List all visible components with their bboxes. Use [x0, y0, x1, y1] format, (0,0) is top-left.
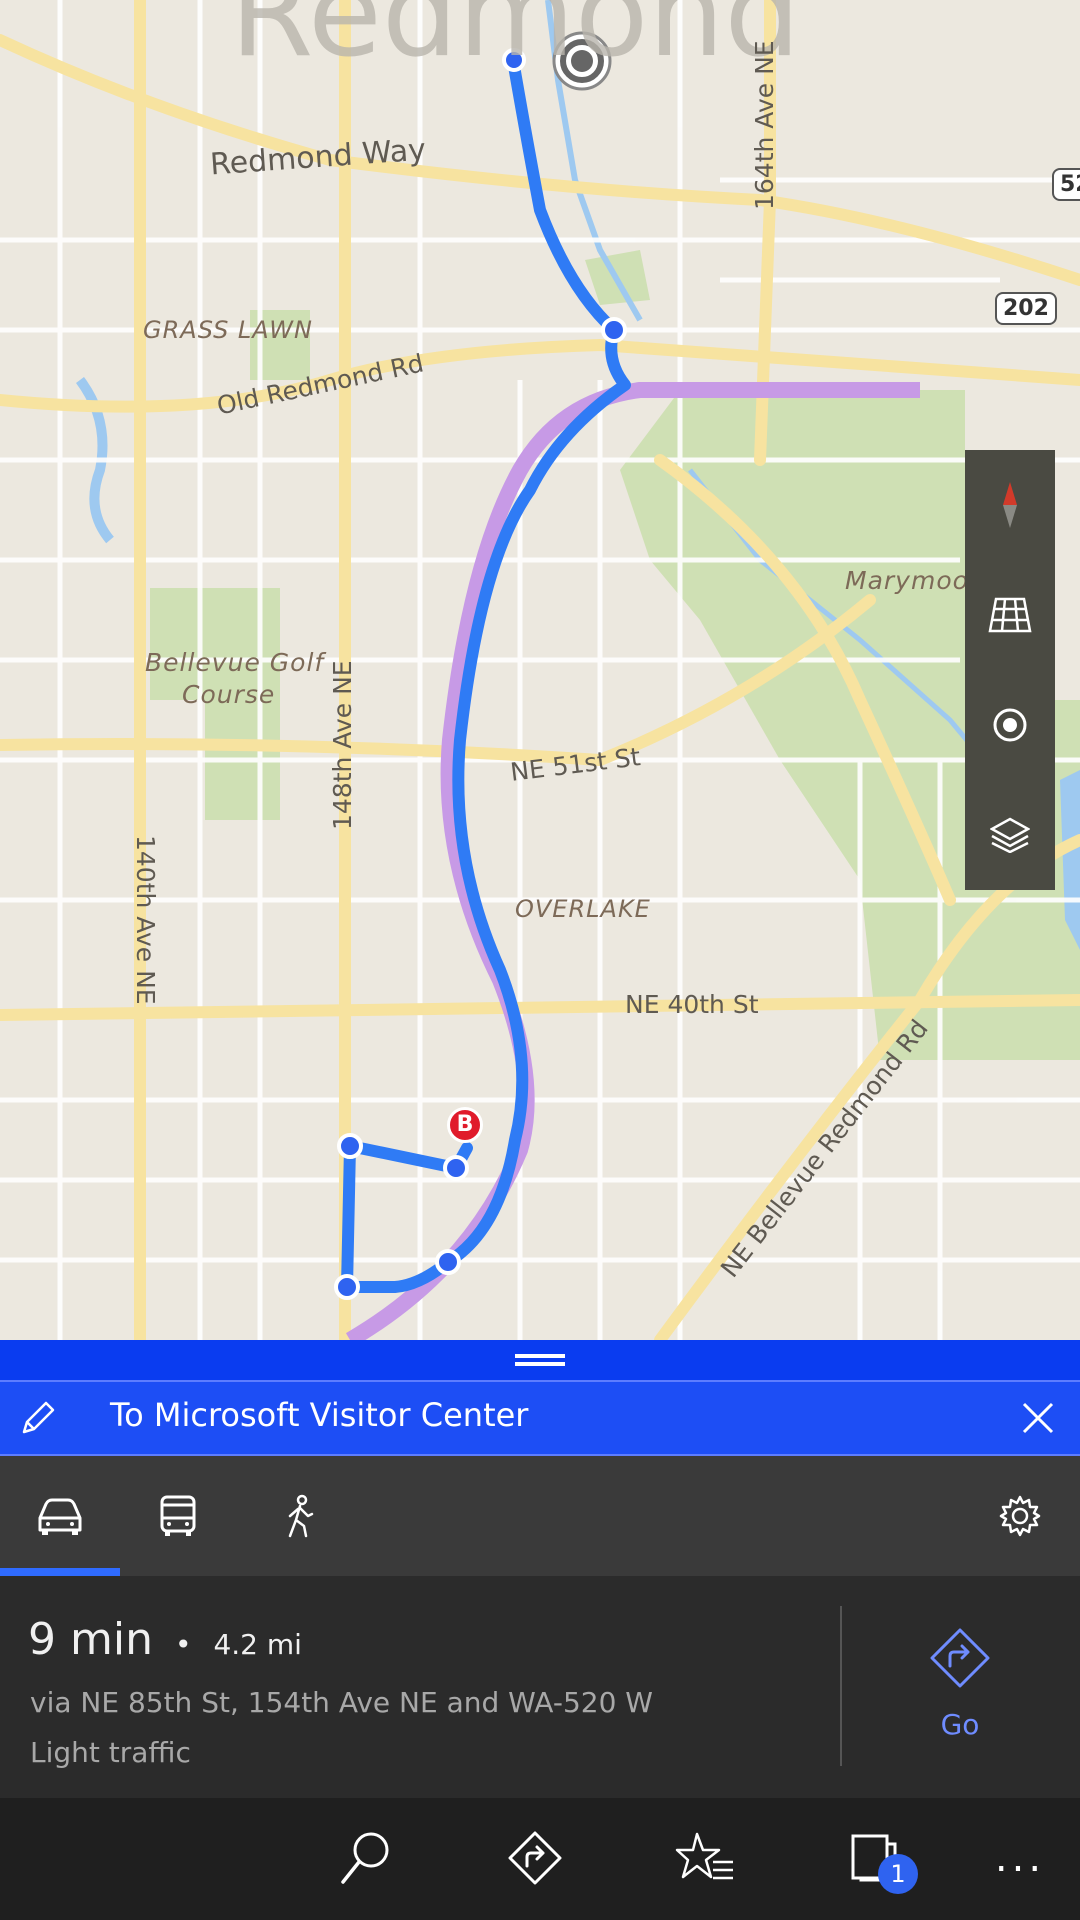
close-directions-button[interactable] [1018, 1398, 1062, 1442]
gear-icon [999, 1495, 1041, 1537]
road-label: NE 40th St [625, 990, 759, 1019]
3d-view-icon [988, 597, 1032, 633]
place-label: Marymoor [845, 566, 981, 595]
route-separator: • [174, 1628, 192, 1661]
selected-tab-indicator [0, 1568, 120, 1576]
destination-marker-label: B [456, 1112, 474, 1137]
panel-drag-handle[interactable] [0, 1340, 1080, 1380]
map-controls [965, 450, 1055, 890]
bus-icon [160, 1495, 196, 1536]
place-label: Course [182, 680, 276, 709]
tab-drive[interactable] [0, 1456, 120, 1576]
route-summary[interactable]: 9 min • 4.2 mi via NE 85th St, 154th Ave… [0, 1576, 1080, 1799]
tab-transit[interactable] [118, 1456, 238, 1576]
app-bar: ... [0, 1798, 1080, 1920]
close-icon [1022, 1402, 1054, 1434]
search-button[interactable] [320, 1818, 410, 1898]
favorites-button[interactable] [660, 1818, 750, 1898]
pencil-icon [22, 1401, 55, 1434]
route-distance: 4.2 mi [213, 1628, 302, 1661]
map-view[interactable]: Redmond Redmond Way Old Redmond Rd 164th… [0, 0, 1080, 1340]
car-icon [38, 1498, 82, 1535]
go-label: Go [940, 1708, 980, 1741]
route-shield: 202 [995, 292, 1057, 325]
place-label: GRASS LAWN [143, 316, 313, 344]
favorites-icon [675, 1832, 733, 1880]
tab-walk[interactable] [240, 1456, 360, 1576]
route-time-line: 9 min • 4.2 mi [28, 1614, 302, 1665]
route-via: via NE 85th St, 154th Ave NE and WA-520 … [30, 1686, 653, 1719]
destination-marker[interactable]: B [447, 1107, 483, 1143]
my-location-button[interactable] [965, 670, 1055, 780]
route-duration: 9 min [28, 1614, 153, 1665]
layers-button[interactable] [965, 780, 1055, 890]
route-shield: 52 [1052, 168, 1080, 201]
more-button[interactable]: ... [975, 1818, 1065, 1898]
compass-icon [1003, 482, 1017, 528]
search-icon [341, 1832, 389, 1884]
divider [840, 1606, 842, 1766]
road-label: 148th Ave NE [328, 660, 357, 830]
place-label: OVERLAKE [515, 895, 651, 923]
road-label: 140th Ave NE [131, 835, 160, 1005]
my-location-icon [993, 708, 1027, 742]
walk-icon [288, 1494, 314, 1538]
map-city-label: Redmond [230, 0, 801, 84]
transport-mode-tabs [0, 1456, 1080, 1576]
directions-icon [508, 1831, 562, 1885]
directions-header: To Microsoft Visitor Center [0, 1380, 1080, 1456]
directions-icon [930, 1628, 990, 1688]
directions-button[interactable] [490, 1818, 580, 1898]
place-label: Bellevue Golf [145, 648, 325, 677]
compass-button[interactable] [965, 450, 1055, 560]
layers-icon [990, 817, 1030, 853]
road-label: 164th Ave NE [750, 40, 779, 210]
3d-view-button[interactable] [965, 560, 1055, 670]
destination-title: To Microsoft Visitor Center [110, 1396, 529, 1434]
handle-line [515, 1362, 565, 1366]
traffic-status: Light traffic [30, 1736, 191, 1769]
edit-route-button[interactable] [18, 1398, 62, 1442]
notification-badge: 1 [878, 1854, 918, 1894]
route-settings-button[interactable] [960, 1456, 1080, 1576]
handle-line [515, 1354, 565, 1358]
go-button[interactable]: Go [880, 1626, 1040, 1756]
